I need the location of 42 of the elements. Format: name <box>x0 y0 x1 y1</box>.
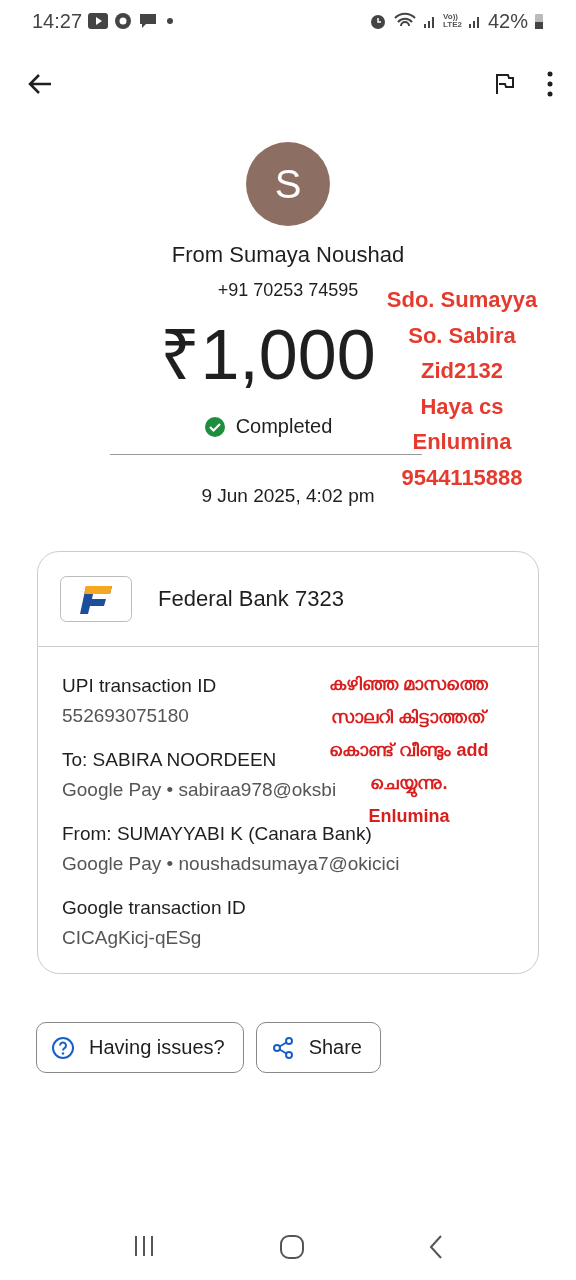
payment-status: Completed <box>235 415 333 438</box>
payment-date: 9 Jun 2025, 4:02 pm <box>201 485 375 507</box>
back-icon[interactable] <box>428 1234 445 1260</box>
annotation-text: ചെയ്യുന്നു. <box>370 767 448 800</box>
detail-value: Google Pay • noushadsumaya7@okicici <box>62 853 400 875</box>
battery-icon <box>534 12 544 30</box>
annotation-text: കഴിഞ്ഞ മാസത്തെ <box>329 673 489 696</box>
check-circle-icon <box>203 415 226 438</box>
annotation-text: Enlumina <box>412 428 512 456</box>
annotation-text: So. Sabira <box>408 321 516 350</box>
more-icon[interactable] <box>546 70 554 98</box>
share-icon <box>270 1035 295 1060</box>
detail-value: CICAgKicj-qESg <box>62 927 202 949</box>
avatar: S <box>246 142 330 226</box>
chat-icon <box>138 12 159 30</box>
detail-value: 552693075180 <box>62 705 189 727</box>
sender-phone: +91 70253 74595 <box>217 280 359 301</box>
clock: 14:27 <box>32 9 83 33</box>
detail-label: To: SABIRA NOORDEEN <box>62 749 277 771</box>
sender-name: From Sumaya Noushad <box>171 242 405 268</box>
amount: ₹1,000 <box>160 315 376 395</box>
browser-icon <box>114 12 133 30</box>
share-button[interactable]: Share <box>255 1022 381 1073</box>
annotation-text: സാലറി കിട്ടാത്തത് <box>331 706 487 730</box>
network-label: Vo)) <box>443 13 458 21</box>
network-label: LTE2 <box>443 21 462 29</box>
bank-logo-icon <box>60 576 132 622</box>
help-button[interactable]: Having issues? <box>36 1022 244 1073</box>
annotation-text: Haya cs <box>420 392 504 421</box>
home-icon[interactable] <box>279 1234 305 1260</box>
annotation-text: Zid2132 <box>421 357 503 385</box>
help-icon <box>51 1035 75 1060</box>
battery-percent: 42% <box>487 9 528 33</box>
annotation-text: Sdo. Sumayya <box>386 286 538 314</box>
annotation-text: 9544115888 <box>401 463 523 492</box>
video-icon <box>88 13 109 29</box>
bank-account: Federal Bank 7323 <box>158 586 344 612</box>
alarm-icon <box>369 12 387 30</box>
detail-label: UPI transaction ID <box>62 675 217 697</box>
detail-label: Google transaction ID <box>62 897 246 919</box>
detail-value: Google Pay • sabiraa978@oksbi <box>62 779 337 801</box>
annotation-text: കൊണ്ട് വീണ്ടും add <box>329 739 489 763</box>
